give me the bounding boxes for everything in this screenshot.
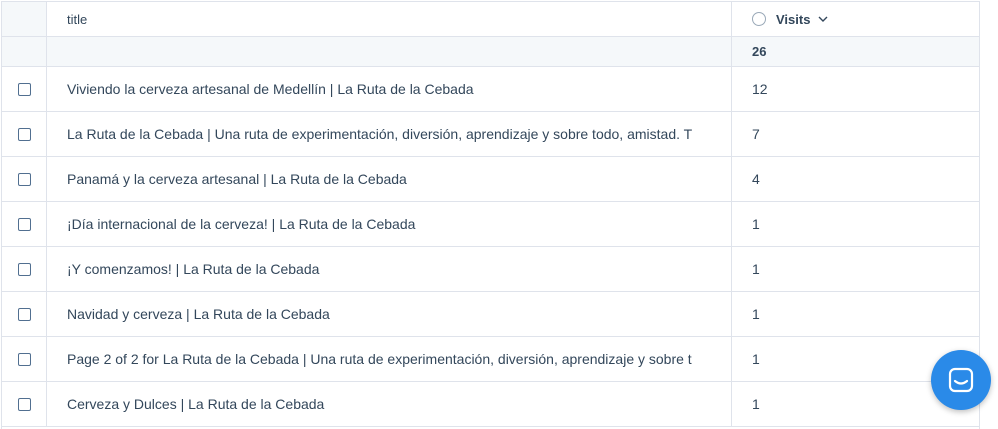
visits-column-label: Visits xyxy=(776,11,811,27)
row-visits: 7 xyxy=(752,126,760,142)
row-checkbox-cell xyxy=(2,157,47,201)
row-checkbox-cell xyxy=(2,292,47,336)
row-checkbox[interactable] xyxy=(17,397,31,411)
row-checkbox[interactable] xyxy=(17,307,31,321)
radio-circle-icon[interactable] xyxy=(752,12,766,26)
visits-table: title Visits 26 Viviendo la cerveza arte… xyxy=(1,1,980,429)
row-visits: 1 xyxy=(752,216,760,232)
chat-launcher-icon xyxy=(948,367,974,393)
row-title: Cerveza y Dulces | La Ruta de la Cebada xyxy=(47,382,732,426)
row-title: Page 2 of 2 for La Ruta de la Cebada | U… xyxy=(47,337,732,381)
totals-checkbox-cell xyxy=(2,37,47,66)
row-title: Panamá y la cerveza artesanal | La Ruta … xyxy=(47,157,732,201)
table-row[interactable]: Cerveza y Dulces | La Ruta de la Cebada 1 xyxy=(2,382,979,427)
row-checkbox[interactable] xyxy=(17,262,31,276)
row-title: Viviendo la cerveza artesanal de Medellí… xyxy=(47,67,732,111)
row-checkbox-cell xyxy=(2,112,47,156)
row-visits: 1 xyxy=(752,261,760,277)
row-title: ¡Y comenzamos! | La Ruta de la Cebada xyxy=(47,247,732,291)
table-header-row: title Visits xyxy=(2,2,979,37)
row-visits: 1 xyxy=(752,306,760,322)
table-row[interactable]: Navidad y cerveza | La Ruta de la Cebada… xyxy=(2,292,979,337)
row-checkbox-cell xyxy=(2,247,47,291)
row-checkbox[interactable] xyxy=(17,82,31,96)
row-title: ¡Día internacional de la cerveza! | La R… xyxy=(47,202,732,246)
row-visits: 4 xyxy=(752,171,760,187)
row-visits: 12 xyxy=(752,81,768,97)
row-checkbox[interactable] xyxy=(17,127,31,141)
row-checkbox-cell xyxy=(2,202,47,246)
table-row[interactable]: ¡Día internacional de la cerveza! | La R… xyxy=(2,202,979,247)
row-checkbox-cell xyxy=(2,382,47,426)
row-checkbox[interactable] xyxy=(17,352,31,366)
row-checkbox-cell xyxy=(2,337,47,381)
row-title: La Ruta de la Cebada | Una ruta de exper… xyxy=(47,112,732,156)
totals-visits-cell: 26 xyxy=(732,37,979,66)
totals-row: 26 xyxy=(2,37,979,67)
chat-launcher-button[interactable] xyxy=(931,350,991,410)
row-title: Navidad y cerveza | La Ruta de la Cebada xyxy=(47,292,732,336)
header-checkbox-cell xyxy=(2,2,47,36)
totals-title-cell xyxy=(47,37,732,66)
table-row[interactable]: Page 2 of 2 for La Ruta de la Cebada | U… xyxy=(2,337,979,382)
row-checkbox[interactable] xyxy=(17,217,31,231)
chevron-down-icon[interactable] xyxy=(818,14,828,24)
row-checkbox[interactable] xyxy=(17,172,31,186)
title-column-header[interactable]: title xyxy=(47,2,732,36)
title-column-label: title xyxy=(67,11,88,27)
total-visits-value: 26 xyxy=(752,44,767,59)
table-row[interactable]: ¡Y comenzamos! | La Ruta de la Cebada 1 xyxy=(2,247,979,292)
visits-column-header[interactable]: Visits xyxy=(732,2,979,36)
table-row[interactable]: Panamá y la cerveza artesanal | La Ruta … xyxy=(2,157,979,202)
table-row[interactable]: Viviendo la cerveza artesanal de Medellí… xyxy=(2,67,979,112)
table-row[interactable]: La Ruta de la Cebada | Una ruta de exper… xyxy=(2,112,979,157)
row-checkbox-cell xyxy=(2,67,47,111)
